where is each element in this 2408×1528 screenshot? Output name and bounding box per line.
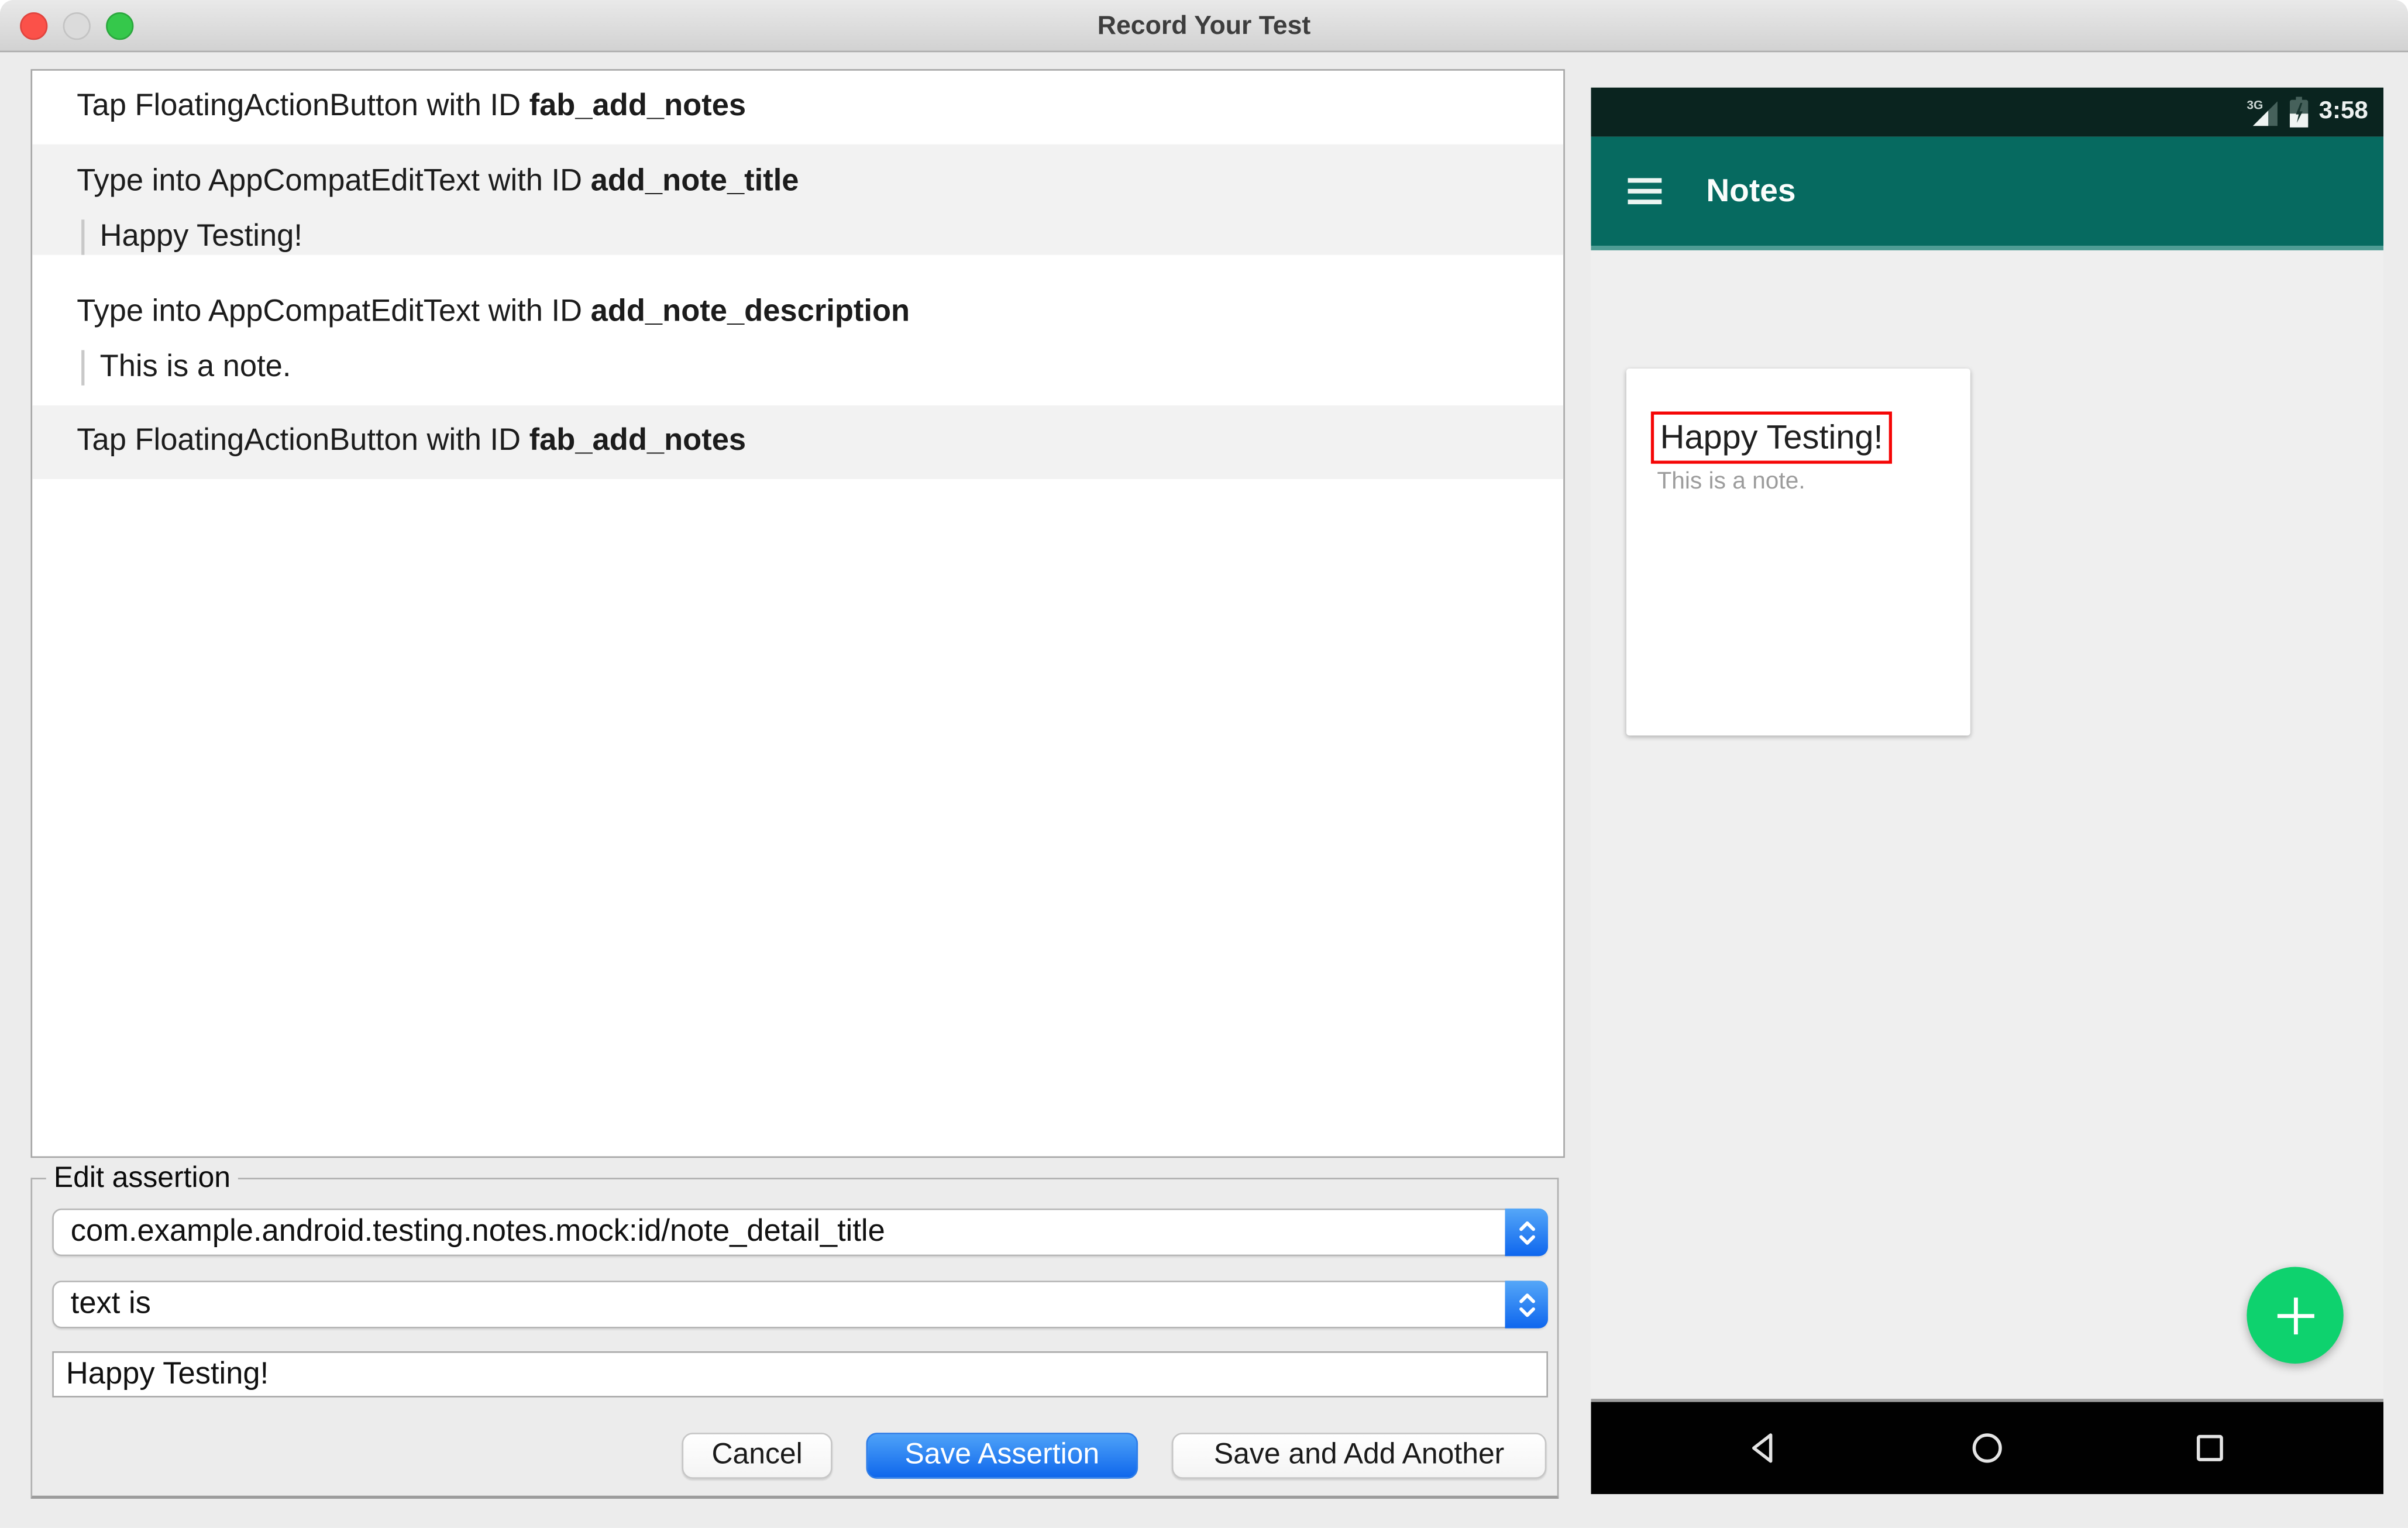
action-prefix: Tap FloatingActionButton with ID bbox=[77, 89, 529, 123]
device-screenshot: 3G 3:58 Notes Happy Testing! This is a n… bbox=[1591, 87, 2383, 1495]
action-text: Type into AppCompatEditText with ID add_… bbox=[32, 275, 1563, 350]
assertion-condition-dropdown[interactable]: text is bbox=[52, 1281, 1548, 1329]
action-view-id: add_note_title bbox=[590, 164, 799, 198]
action-list-item[interactable]: Tap FloatingActionButton with ID fab_add… bbox=[32, 71, 1563, 144]
add-note-fab[interactable] bbox=[2247, 1267, 2344, 1364]
screen: Record Your Test Tap FloatingActionButto… bbox=[0, 0, 2408, 1528]
battery-charging-icon bbox=[2289, 97, 2309, 128]
close-button[interactable] bbox=[20, 12, 48, 40]
note-card[interactable]: Happy Testing! This is a note. bbox=[1626, 369, 1970, 736]
action-list-item[interactable]: Type into AppCompatEditText with ID add_… bbox=[32, 275, 1563, 386]
zoom-button[interactable] bbox=[106, 12, 134, 40]
assertion-target-value: com.example.android.testing.notes.mock:i… bbox=[70, 1214, 885, 1249]
cancel-button[interactable]: Cancel bbox=[682, 1433, 833, 1479]
back-button-icon[interactable] bbox=[1746, 1430, 1783, 1467]
edit-assertion-panel: Edit assertion com.example.android.testi… bbox=[30, 1162, 1559, 1499]
action-prefix: Type into AppCompatEditText with ID bbox=[77, 295, 591, 329]
edit-assertion-legend: Edit assertion bbox=[46, 1162, 239, 1196]
window-title: Record Your Test bbox=[1097, 11, 1311, 40]
action-text: Type into AppCompatEditText with ID add_… bbox=[32, 144, 1563, 220]
notes-list-area: Happy Testing! This is a note. bbox=[1591, 250, 2383, 1399]
assertion-target-dropdown[interactable]: com.example.android.testing.notes.mock:i… bbox=[52, 1208, 1548, 1257]
action-view-id: add_note_description bbox=[590, 295, 910, 329]
record-your-test-window: Record Your Test Tap FloatingActionButto… bbox=[0, 0, 2408, 1528]
plus-icon bbox=[2276, 1296, 2314, 1334]
action-typed-value: Happy Testing! bbox=[81, 219, 1563, 255]
notes-app-toolbar: Notes bbox=[1591, 136, 2383, 250]
titlebar: Record Your Test bbox=[0, 0, 2408, 53]
action-view-id: fab_add_notes bbox=[529, 89, 747, 123]
cellular-signal-icon: 3G bbox=[2247, 98, 2278, 126]
menu-hamburger-icon[interactable] bbox=[1628, 178, 1662, 205]
action-prefix: Tap FloatingActionButton with ID bbox=[77, 424, 529, 458]
action-prefix: Type into AppCompatEditText with ID bbox=[77, 164, 591, 198]
action-text: Tap FloatingActionButton with ID fab_add… bbox=[32, 405, 1563, 479]
assertion-value-input[interactable]: Happy Testing! bbox=[52, 1351, 1548, 1398]
toolbar-title: Notes bbox=[1706, 173, 1796, 208]
minimize-button[interactable] bbox=[63, 12, 91, 40]
action-view-id: fab_add_notes bbox=[529, 424, 747, 458]
action-list-item[interactable]: Type into AppCompatEditText with ID add_… bbox=[32, 144, 1564, 255]
save-assertion-button[interactable]: Save Assertion bbox=[866, 1433, 1138, 1479]
device-status-bar: 3G 3:58 bbox=[1591, 87, 2383, 137]
traffic-lights bbox=[20, 12, 134, 40]
action-list-item[interactable]: Tap FloatingActionButton with ID fab_add… bbox=[32, 405, 1564, 479]
network-type-label: 3G bbox=[2247, 98, 2263, 112]
dropdown-stepper-icon[interactable] bbox=[1505, 1281, 1548, 1329]
dropdown-stepper-icon[interactable] bbox=[1505, 1208, 1548, 1257]
android-nav-bar bbox=[1591, 1399, 2383, 1495]
assertion-condition-value: text is bbox=[70, 1286, 151, 1321]
status-bar-clock: 3:58 bbox=[2318, 98, 2368, 125]
assertion-buttons: Cancel Save Assertion Save and Add Anoth… bbox=[682, 1433, 1547, 1479]
note-description: This is a note. bbox=[1657, 468, 1805, 495]
asserted-note-title: Happy Testing! bbox=[1650, 411, 1893, 464]
recents-button-icon[interactable] bbox=[2192, 1430, 2228, 1467]
save-and-add-another-button[interactable]: Save and Add Another bbox=[1171, 1433, 1547, 1479]
action-typed-value: This is a note. bbox=[81, 350, 1563, 386]
home-button-icon[interactable] bbox=[1969, 1430, 2005, 1467]
recorded-actions-list[interactable]: Tap FloatingActionButton with ID fab_add… bbox=[30, 69, 1565, 1158]
action-text: Tap FloatingActionButton with ID fab_add… bbox=[32, 71, 1563, 144]
